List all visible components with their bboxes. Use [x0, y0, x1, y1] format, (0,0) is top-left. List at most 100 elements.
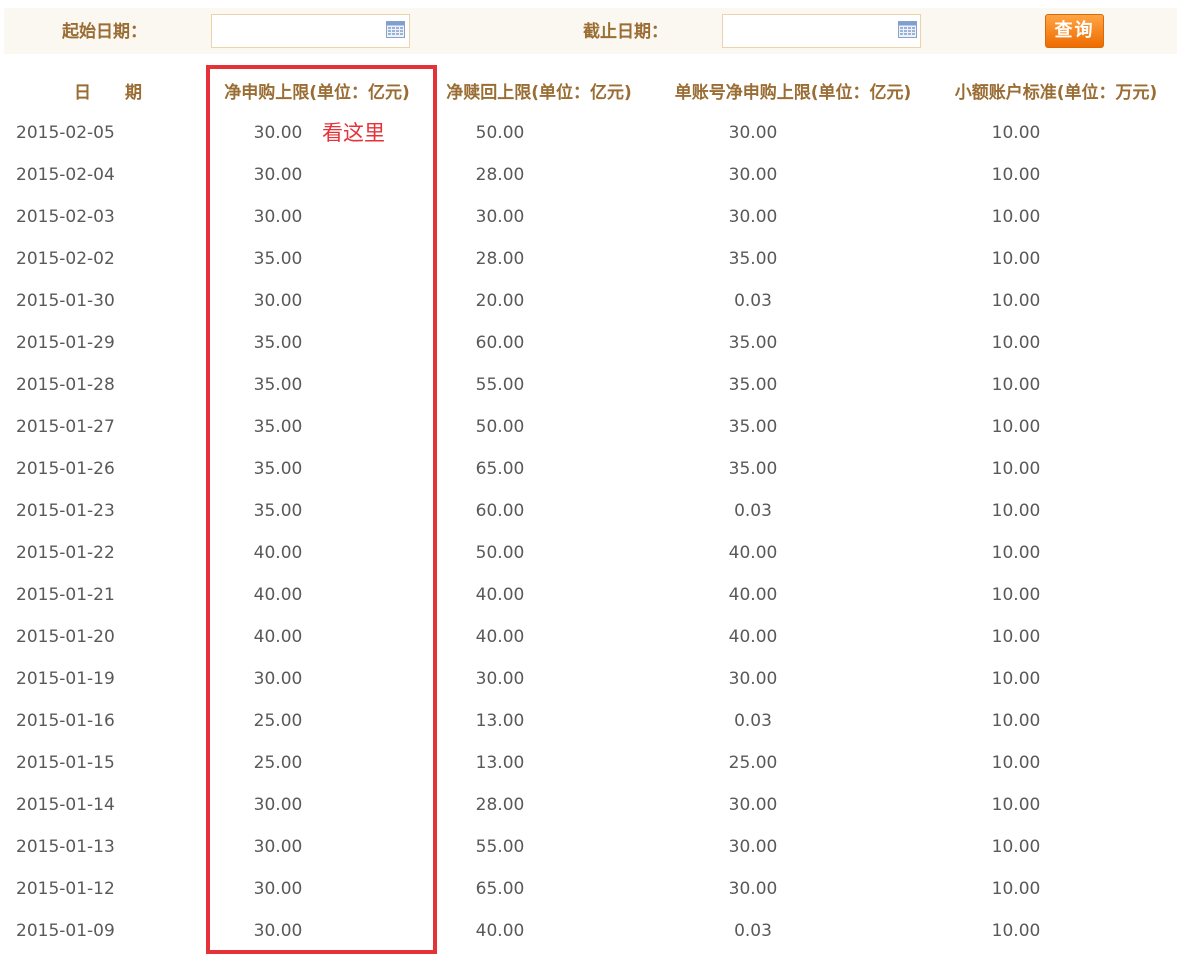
cell-small-account-standard: 10.00 — [991, 753, 1041, 773]
cell-small-account-standard: 10.00 — [991, 375, 1041, 395]
header-date: 日 期 — [74, 83, 142, 103]
cell-date: 2015-01-29 — [16, 333, 115, 353]
calendar-icon[interactable] — [386, 21, 405, 38]
cell-net-redemption-limit: 40.00 — [475, 627, 525, 647]
cell-net-redemption-limit: 40.00 — [475, 921, 525, 941]
cell-net-redemption-limit: 50.00 — [475, 123, 525, 143]
table-row: 2015-01-30 30.00 20.00 0.03 10.00 — [0, 280, 1179, 322]
cell-date: 2015-01-20 — [16, 627, 115, 647]
cell-net-redemption-limit: 65.00 — [475, 459, 525, 479]
cell-net-purchase-limit: 30.00 — [253, 837, 303, 857]
cell-net-redemption-limit: 20.00 — [475, 291, 525, 311]
table-row: 2015-02-02 35.00 28.00 35.00 10.00 — [0, 238, 1179, 280]
cell-net-purchase-limit: 35.00 — [253, 501, 303, 521]
cell-net-redemption-limit: 60.00 — [475, 333, 525, 353]
cell-small-account-standard: 10.00 — [991, 249, 1041, 269]
cell-date: 2015-01-16 — [16, 711, 115, 731]
cell-account-purchase-limit: 25.00 — [728, 753, 778, 773]
cell-net-purchase-limit: 30.00 — [253, 921, 303, 941]
cell-small-account-standard: 10.00 — [991, 165, 1041, 185]
table-row: 2015-01-22 40.00 50.00 40.00 10.00 — [0, 532, 1179, 574]
table-row: 2015-01-14 30.00 28.00 30.00 10.00 — [0, 784, 1179, 826]
cell-net-redemption-limit: 55.00 — [475, 837, 525, 857]
query-button[interactable]: 查询 — [1045, 14, 1104, 48]
cell-net-redemption-limit: 28.00 — [475, 795, 525, 815]
cell-net-purchase-limit: 35.00 — [253, 375, 303, 395]
cell-net-purchase-limit: 30.00 — [253, 879, 303, 899]
table-row: 2015-01-29 35.00 60.00 35.00 10.00 — [0, 322, 1179, 364]
cell-account-purchase-limit: 0.03 — [734, 921, 772, 941]
cell-net-purchase-limit: 35.00 — [253, 417, 303, 437]
cell-net-purchase-limit: 25.00 — [253, 753, 303, 773]
cell-small-account-standard: 10.00 — [991, 543, 1041, 563]
cell-small-account-standard: 10.00 — [991, 669, 1041, 689]
cell-date: 2015-01-27 — [16, 417, 115, 437]
cell-account-purchase-limit: 0.03 — [734, 291, 772, 311]
cell-date: 2015-02-02 — [16, 249, 115, 269]
annotation-text: 看这里 — [322, 121, 385, 145]
cell-net-redemption-limit: 50.00 — [475, 417, 525, 437]
header-net-purchase-limit: 净申购上限(单位：亿元) — [224, 83, 410, 103]
cell-net-purchase-limit: 30.00 — [253, 291, 303, 311]
table-row: 2015-01-09 30.00 40.00 0.03 10.00 — [0, 910, 1179, 952]
cell-account-purchase-limit: 35.00 — [728, 249, 778, 269]
cell-net-purchase-limit: 30.00 — [253, 165, 303, 185]
header-account-purchase-limit: 单账号净申购上限(单位：亿元) — [674, 83, 912, 103]
cell-small-account-standard: 10.00 — [991, 585, 1041, 605]
cell-net-redemption-limit: 13.00 — [475, 711, 525, 731]
cell-net-redemption-limit: 13.00 — [475, 753, 525, 773]
cell-account-purchase-limit: 30.00 — [728, 837, 778, 857]
table-row: 2015-01-13 30.00 55.00 30.00 10.00 — [0, 826, 1179, 868]
cell-date: 2015-01-12 — [16, 879, 115, 899]
cell-net-redemption-limit: 30.00 — [475, 669, 525, 689]
cell-account-purchase-limit: 35.00 — [728, 417, 778, 437]
cell-net-redemption-limit: 60.00 — [475, 501, 525, 521]
table-row: 2015-01-23 35.00 60.00 0.03 10.00 — [0, 490, 1179, 532]
data-table: 2015-02-05 30.00 50.00 30.00 10.00 2015-02-04… — [0, 112, 1179, 952]
cell-small-account-standard: 10.00 — [991, 291, 1041, 311]
cell-date: 2015-01-15 — [16, 753, 115, 773]
table-row: 2015-01-26 35.00 65.00 35.00 10.00 — [0, 448, 1179, 490]
cell-account-purchase-limit: 0.03 — [734, 501, 772, 521]
cell-account-purchase-limit: 40.00 — [728, 543, 778, 563]
table-row: 2015-01-28 35.00 55.00 35.00 10.00 — [0, 364, 1179, 406]
cell-net-purchase-limit: 30.00 — [253, 669, 303, 689]
cell-net-purchase-limit: 40.00 — [253, 585, 303, 605]
end-date-input[interactable] — [722, 14, 921, 48]
cell-net-purchase-limit: 35.00 — [253, 249, 303, 269]
start-date-input[interactable] — [211, 14, 410, 48]
cell-account-purchase-limit: 0.03 — [734, 711, 772, 731]
cell-net-redemption-limit: 28.00 — [475, 165, 525, 185]
table-row: 2015-02-05 30.00 50.00 30.00 10.00 — [0, 112, 1179, 154]
cell-net-purchase-limit: 30.00 — [253, 207, 303, 227]
cell-account-purchase-limit: 30.00 — [728, 123, 778, 143]
cell-net-redemption-limit: 40.00 — [475, 585, 525, 605]
cell-account-purchase-limit: 30.00 — [728, 165, 778, 185]
cell-date: 2015-01-26 — [16, 459, 115, 479]
cell-net-purchase-limit: 25.00 — [253, 711, 303, 731]
cell-net-redemption-limit: 30.00 — [475, 207, 525, 227]
cell-net-purchase-limit: 40.00 — [253, 543, 303, 563]
calendar-icon[interactable] — [898, 21, 917, 38]
cell-small-account-standard: 10.00 — [991, 501, 1041, 521]
cell-date: 2015-01-21 — [16, 585, 115, 605]
cell-net-purchase-limit: 35.00 — [253, 333, 303, 353]
cell-net-redemption-limit: 50.00 — [475, 543, 525, 563]
cell-net-redemption-limit: 65.00 — [475, 879, 525, 899]
end-date-label: 截止日期： — [583, 22, 668, 42]
table-row: 2015-02-04 30.00 28.00 30.00 10.00 — [0, 154, 1179, 196]
cell-date: 2015-01-23 — [16, 501, 115, 521]
cell-date: 2015-02-04 — [16, 165, 115, 185]
cell-net-purchase-limit: 30.00 — [253, 123, 303, 143]
cell-small-account-standard: 10.00 — [991, 333, 1041, 353]
cell-date: 2015-01-13 — [16, 837, 115, 857]
table-row: 2015-01-27 35.00 50.00 35.00 10.00 — [0, 406, 1179, 448]
cell-date: 2015-01-22 — [16, 543, 115, 563]
table-row: 2015-01-21 40.00 40.00 40.00 10.00 — [0, 574, 1179, 616]
cell-small-account-standard: 10.00 — [991, 711, 1041, 731]
cell-small-account-standard: 10.00 — [991, 459, 1041, 479]
header-small-account-standard: 小额账户标准(单位：万元) — [954, 83, 1158, 103]
cell-net-purchase-limit: 35.00 — [253, 459, 303, 479]
header-net-redemption-limit: 净赎回上限(单位：亿元) — [446, 83, 632, 103]
cell-small-account-standard: 10.00 — [991, 921, 1041, 941]
